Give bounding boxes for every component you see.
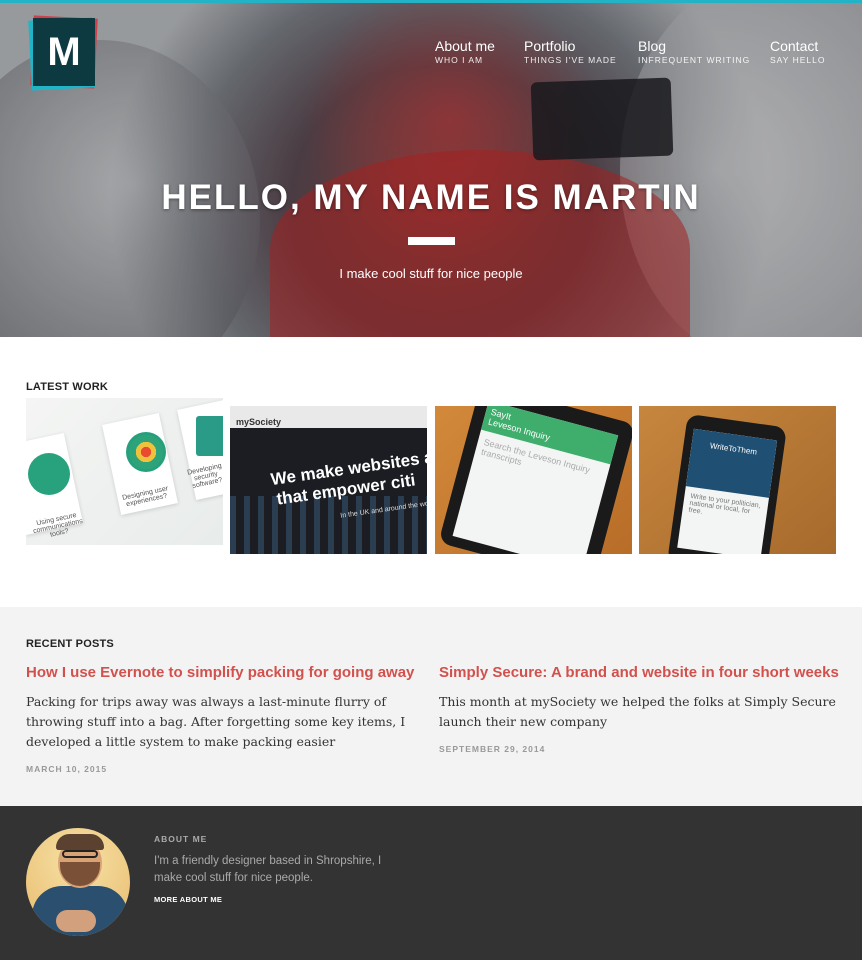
top-accent-line [0,0,862,3]
nav-label: Blog [638,38,667,54]
latest-work-heading: LATEST WORK [26,381,109,393]
avatar [26,828,130,936]
nav-about-me[interactable]: About me WHO I AM [435,38,495,65]
hero-divider [408,237,455,245]
nav-label: Contact [770,38,819,54]
hero-banner: M About me WHO I AM Portfolio THINGS I'V… [0,0,862,337]
post-excerpt: Packing for trips away was always a last… [26,694,406,749]
nav-sublabel: WHO I AM [435,55,484,65]
post-card: How I use Evernote to simplify packing f… [26,664,426,774]
nav-label: Portfolio [524,38,576,54]
about-text: I'm a friendly designer based in Shropsh… [154,855,382,884]
screen-brand: WriteToThem [709,441,758,457]
target-illustration [126,432,166,472]
post-date: SEPTEMBER 29, 2014 [439,744,546,754]
post-card: Simply Secure: A brand and website in fo… [439,664,839,754]
work-thumb-sayit[interactable]: SayIt Leveson Inquiry Search the Leveson… [435,406,632,554]
phone-illustration: SayIt Leveson Inquiry Search the Leveson… [438,406,632,554]
more-about-me-link[interactable]: MORE ABOUT ME [154,895,222,904]
nav-sublabel: INFREQUENT WRITING [638,55,751,65]
recent-posts-section: RECENT POSTS How I use Evernote to simpl… [0,607,862,806]
nav-blog[interactable]: Blog INFREQUENT WRITING [638,38,750,65]
nav-sublabel: SAY HELLO [770,55,826,65]
phone-illustration: WriteToThem Write to your politician, na… [667,413,787,554]
about-heading: ABOUT ME [154,834,208,844]
footer-about: ABOUT ME I'm a friendly designer based i… [0,806,862,960]
phone-screen: WriteToThem Write to your politician, na… [677,428,778,554]
post-title-link[interactable]: Simply Secure: A brand and website in fo… [439,664,839,681]
globe-illustration [28,453,70,495]
work-thumb-simply-secure[interactable]: Using secure communications tools? Desig… [26,398,223,545]
post-excerpt: This month at mySociety we helped the fo… [439,694,836,729]
hero-title: HELLO, MY NAME IS MARTIN [161,178,701,217]
nav-portfolio[interactable]: Portfolio THINGS I'VE MADE [524,38,617,65]
nav-contact[interactable]: Contact SAY HELLO [770,38,825,65]
main-nav: About me WHO I AM Portfolio THINGS I'VE … [0,38,862,78]
work-thumb-writetothem[interactable]: WriteToThem Write to your politician, na… [639,406,836,554]
nav-sublabel: THINGS I'VE MADE [524,55,617,65]
avatar-baby [56,910,96,932]
avatar-glasses [62,850,98,858]
thumb-brand: mySociety [236,417,282,427]
phone-screen: SayIt Leveson Inquiry Search the Leveson… [452,406,619,554]
nav-label: About me [435,38,495,54]
recent-posts-heading: RECENT POSTS [26,638,114,650]
hero-subtitle: I make cool stuff for nice people [339,266,523,281]
avatar-hair [56,834,104,850]
post-date: MARCH 10, 2015 [26,764,108,774]
post-title-link[interactable]: How I use Evernote to simplify packing f… [26,664,414,681]
hat-illustration [196,416,223,456]
work-thumb-mysociety[interactable]: mySociety We make websites an that empow… [230,406,427,554]
